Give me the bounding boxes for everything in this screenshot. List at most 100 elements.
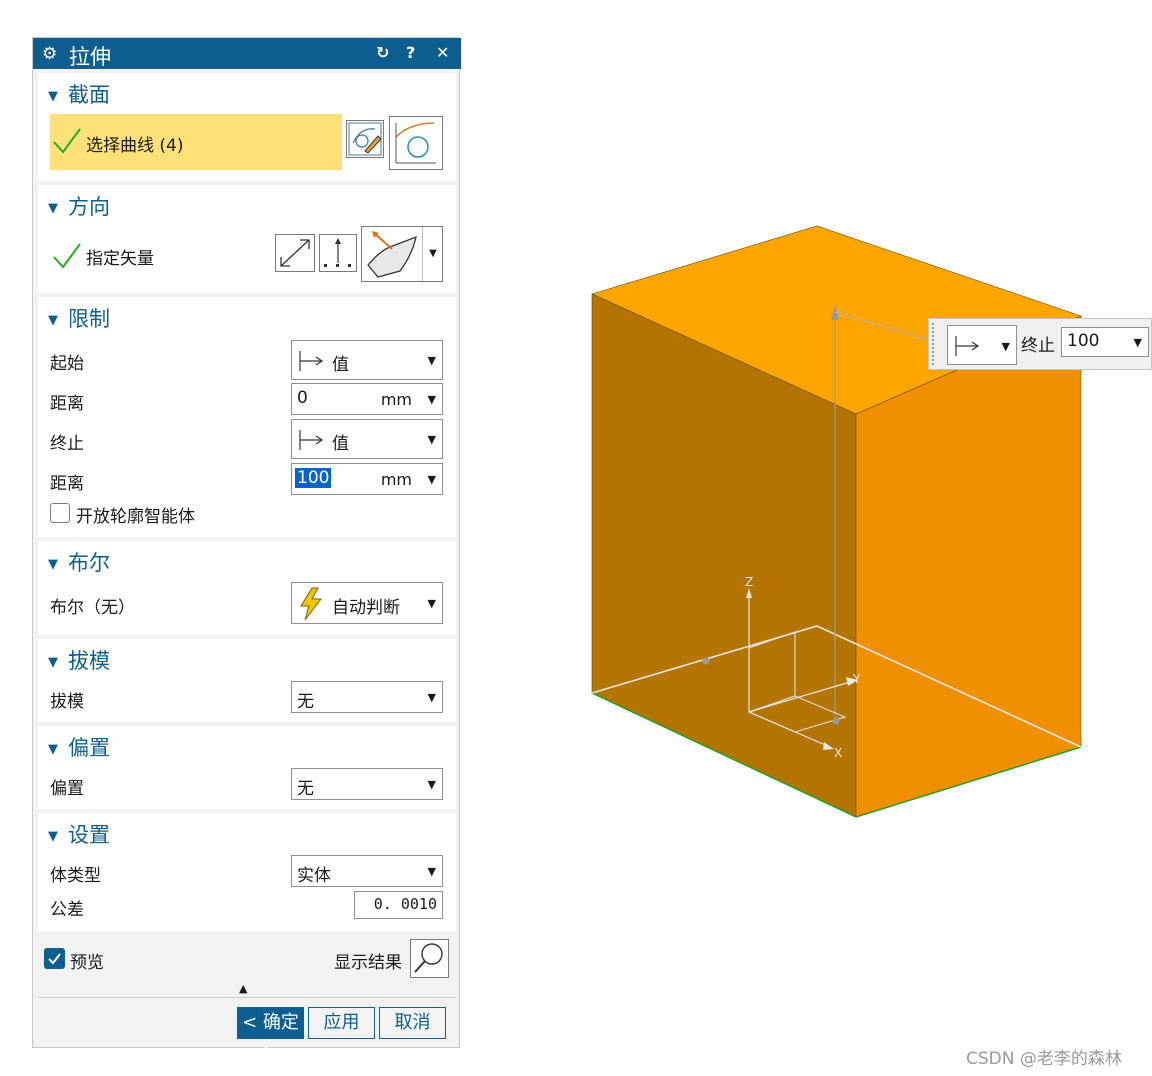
curve-section-button[interactable] (389, 116, 443, 170)
chevron-down-icon: ▼ (427, 597, 436, 610)
section-section: ▼ 截面 选择曲线 (4) (38, 73, 456, 181)
lightning-icon (300, 587, 323, 621)
offset-section: ▼ 偏置 偏置 无 ▼ (38, 726, 456, 809)
close-icon[interactable]: ✕ (436, 43, 449, 62)
vector-axis-icon (324, 238, 351, 267)
apply-button[interactable]: 应用 (308, 1007, 375, 1039)
settings-header[interactable]: ▼ 设置 (48, 819, 110, 849)
chevron-down-icon: ▼ (427, 778, 436, 791)
collapse-triangle-icon: ▼ (48, 741, 58, 757)
popup-end-value-input[interactable]: 100 ▼ (1061, 327, 1149, 357)
cancel-button[interactable]: 取消 (379, 1007, 446, 1039)
graphics-viewport[interactable]: Z Y X (560, 200, 1152, 880)
dialog-title: 拉伸 (69, 45, 111, 69)
y-axis-label: Y (852, 672, 861, 686)
origin-handle[interactable] (832, 717, 840, 725)
point-handle[interactable] (702, 657, 710, 665)
show-result-button[interactable] (410, 939, 449, 978)
gear-icon[interactable]: ⚙ (42, 44, 57, 64)
chevron-down-icon[interactable]: ▼ (428, 393, 436, 406)
boolean-header[interactable]: ▼ 布尔 (48, 547, 110, 577)
offset-label: 偏置 (50, 779, 84, 799)
start-distance-label: 距离 (50, 394, 84, 414)
collapse-triangle-icon: ▼ (48, 556, 58, 572)
direction-section: ▼ 方向 指定矢量 ▼ (38, 185, 456, 293)
limit-value-icon (299, 430, 324, 450)
chevron-down-icon: ▼ (1001, 340, 1010, 353)
help-icon[interactable]: ? (406, 43, 415, 62)
end-distance-label: 距离 (50, 474, 84, 494)
open-profile-label: 开放轮廓智能体 (76, 507, 195, 527)
chevron-down-icon: ▼ (427, 865, 436, 878)
preview-checkbox[interactable] (44, 948, 65, 969)
body-type-select[interactable]: 实体 ▼ (291, 855, 443, 887)
end-distance-input[interactable]: 100 mm ▼ (291, 463, 443, 495)
boolean-select[interactable]: 自动判断 ▼ (291, 582, 443, 624)
reverse-direction-icon (280, 239, 310, 267)
end-type-select[interactable]: 值 ▼ (291, 419, 443, 459)
magnifier-icon (414, 943, 443, 973)
select-curve-row[interactable]: 选择曲线 (4) (50, 114, 342, 170)
show-result-label: 显示结果 (334, 953, 402, 973)
vector-type-dropdown[interactable]: ▼ (361, 226, 443, 282)
chevron-down-icon: ▼ (427, 354, 436, 367)
ok-button[interactable]: < 确定 > (237, 1007, 304, 1062)
watermark: CSDN @老李的森林 (966, 1049, 1122, 1069)
chevron-down-icon: ▼ (427, 691, 436, 704)
start-distance-input[interactable]: 0 mm ▼ (291, 383, 443, 415)
section-header[interactable]: ▼ 截面 (48, 79, 110, 109)
specify-vector-label: 指定矢量 (86, 249, 154, 269)
check-icon (53, 128, 81, 154)
boolean-label: 布尔（无） (50, 598, 135, 618)
offset-header[interactable]: ▼ 偏置 (48, 732, 110, 762)
sketch-pencil-icon (348, 122, 382, 156)
surface-normal-icon (367, 231, 417, 278)
chevron-down-icon[interactable]: ▼ (1134, 336, 1142, 349)
dialog-titlebar: ⚙ 拉伸 ↻ ? ✕ (33, 38, 461, 69)
vector-dialog-button[interactable] (319, 234, 357, 272)
draft-header[interactable]: ▼ 拔模 (48, 645, 110, 675)
open-profile-checkbox[interactable] (50, 503, 70, 523)
direction-header[interactable]: ▼ 方向 (48, 191, 110, 221)
limit-value-icon (299, 351, 324, 371)
limits-section: ▼ 限制 起始 值 ▼ 距离 0 mm ▼ 终止 值 ▼ 距离 100 mm ▼… (38, 297, 456, 537)
offset-select[interactable]: 无 ▼ (291, 768, 443, 800)
limits-header[interactable]: ▼ 限制 (48, 303, 110, 333)
end-limit-popup: ▼ 终止 100 ▼ (928, 318, 1152, 370)
start-type-select[interactable]: 值 ▼ (291, 340, 443, 380)
collapse-triangle-icon: ▼ (48, 828, 58, 844)
extrude-dialog: ⚙ 拉伸 ↻ ? ✕ ▼ 截面 选择曲线 (4) ▼ 方向 指定矢量 ▼ ▼ 限… (32, 37, 461, 1062)
draft-select[interactable]: 无 ▼ (291, 681, 443, 713)
reset-icon[interactable]: ↻ (376, 43, 389, 62)
draft-section: ▼ 拔模 拔模 无 ▼ (38, 639, 456, 722)
curve-circle-icon (395, 122, 436, 164)
footer-divider (38, 997, 456, 998)
check-icon (53, 243, 81, 269)
sketch-section-button[interactable] (346, 120, 384, 158)
popup-end-label: 终止 (1021, 336, 1055, 356)
start-label: 起始 (50, 354, 84, 374)
chevron-down-icon[interactable]: ▼ (428, 473, 436, 486)
chevron-down-icon[interactable]: ▼ (422, 227, 443, 281)
x-axis-label: X (834, 746, 842, 760)
drag-handle[interactable] (932, 323, 937, 365)
z-axis-label: Z (745, 575, 753, 589)
settings-section: ▼ 设置 体类型 实体 ▼ 公差 0. 0010 (38, 813, 456, 931)
boolean-section: ▼ 布尔 布尔（无） 自动判断 ▼ (38, 541, 456, 635)
collapse-triangle-icon: ▼ (48, 88, 58, 104)
collapse-triangle-icon: ▼ (48, 654, 58, 670)
collapse-up-icon[interactable]: ▲ (239, 982, 247, 995)
end-label: 终止 (50, 434, 84, 454)
collapse-triangle-icon: ▼ (48, 312, 58, 328)
tolerance-label: 公差 (50, 900, 84, 920)
draft-label: 拔模 (50, 692, 84, 712)
limit-value-icon (955, 336, 980, 356)
collapse-triangle-icon: ▼ (48, 200, 58, 216)
reverse-direction-button[interactable] (275, 234, 315, 272)
body-type-label: 体类型 (50, 866, 101, 886)
select-curve-label: 选择曲线 (4) (86, 136, 184, 156)
tolerance-input[interactable]: 0. 0010 (354, 891, 443, 919)
popup-end-type-select[interactable]: ▼ (947, 325, 1017, 365)
checkmark-icon (48, 953, 61, 965)
chevron-down-icon: ▼ (427, 433, 436, 446)
